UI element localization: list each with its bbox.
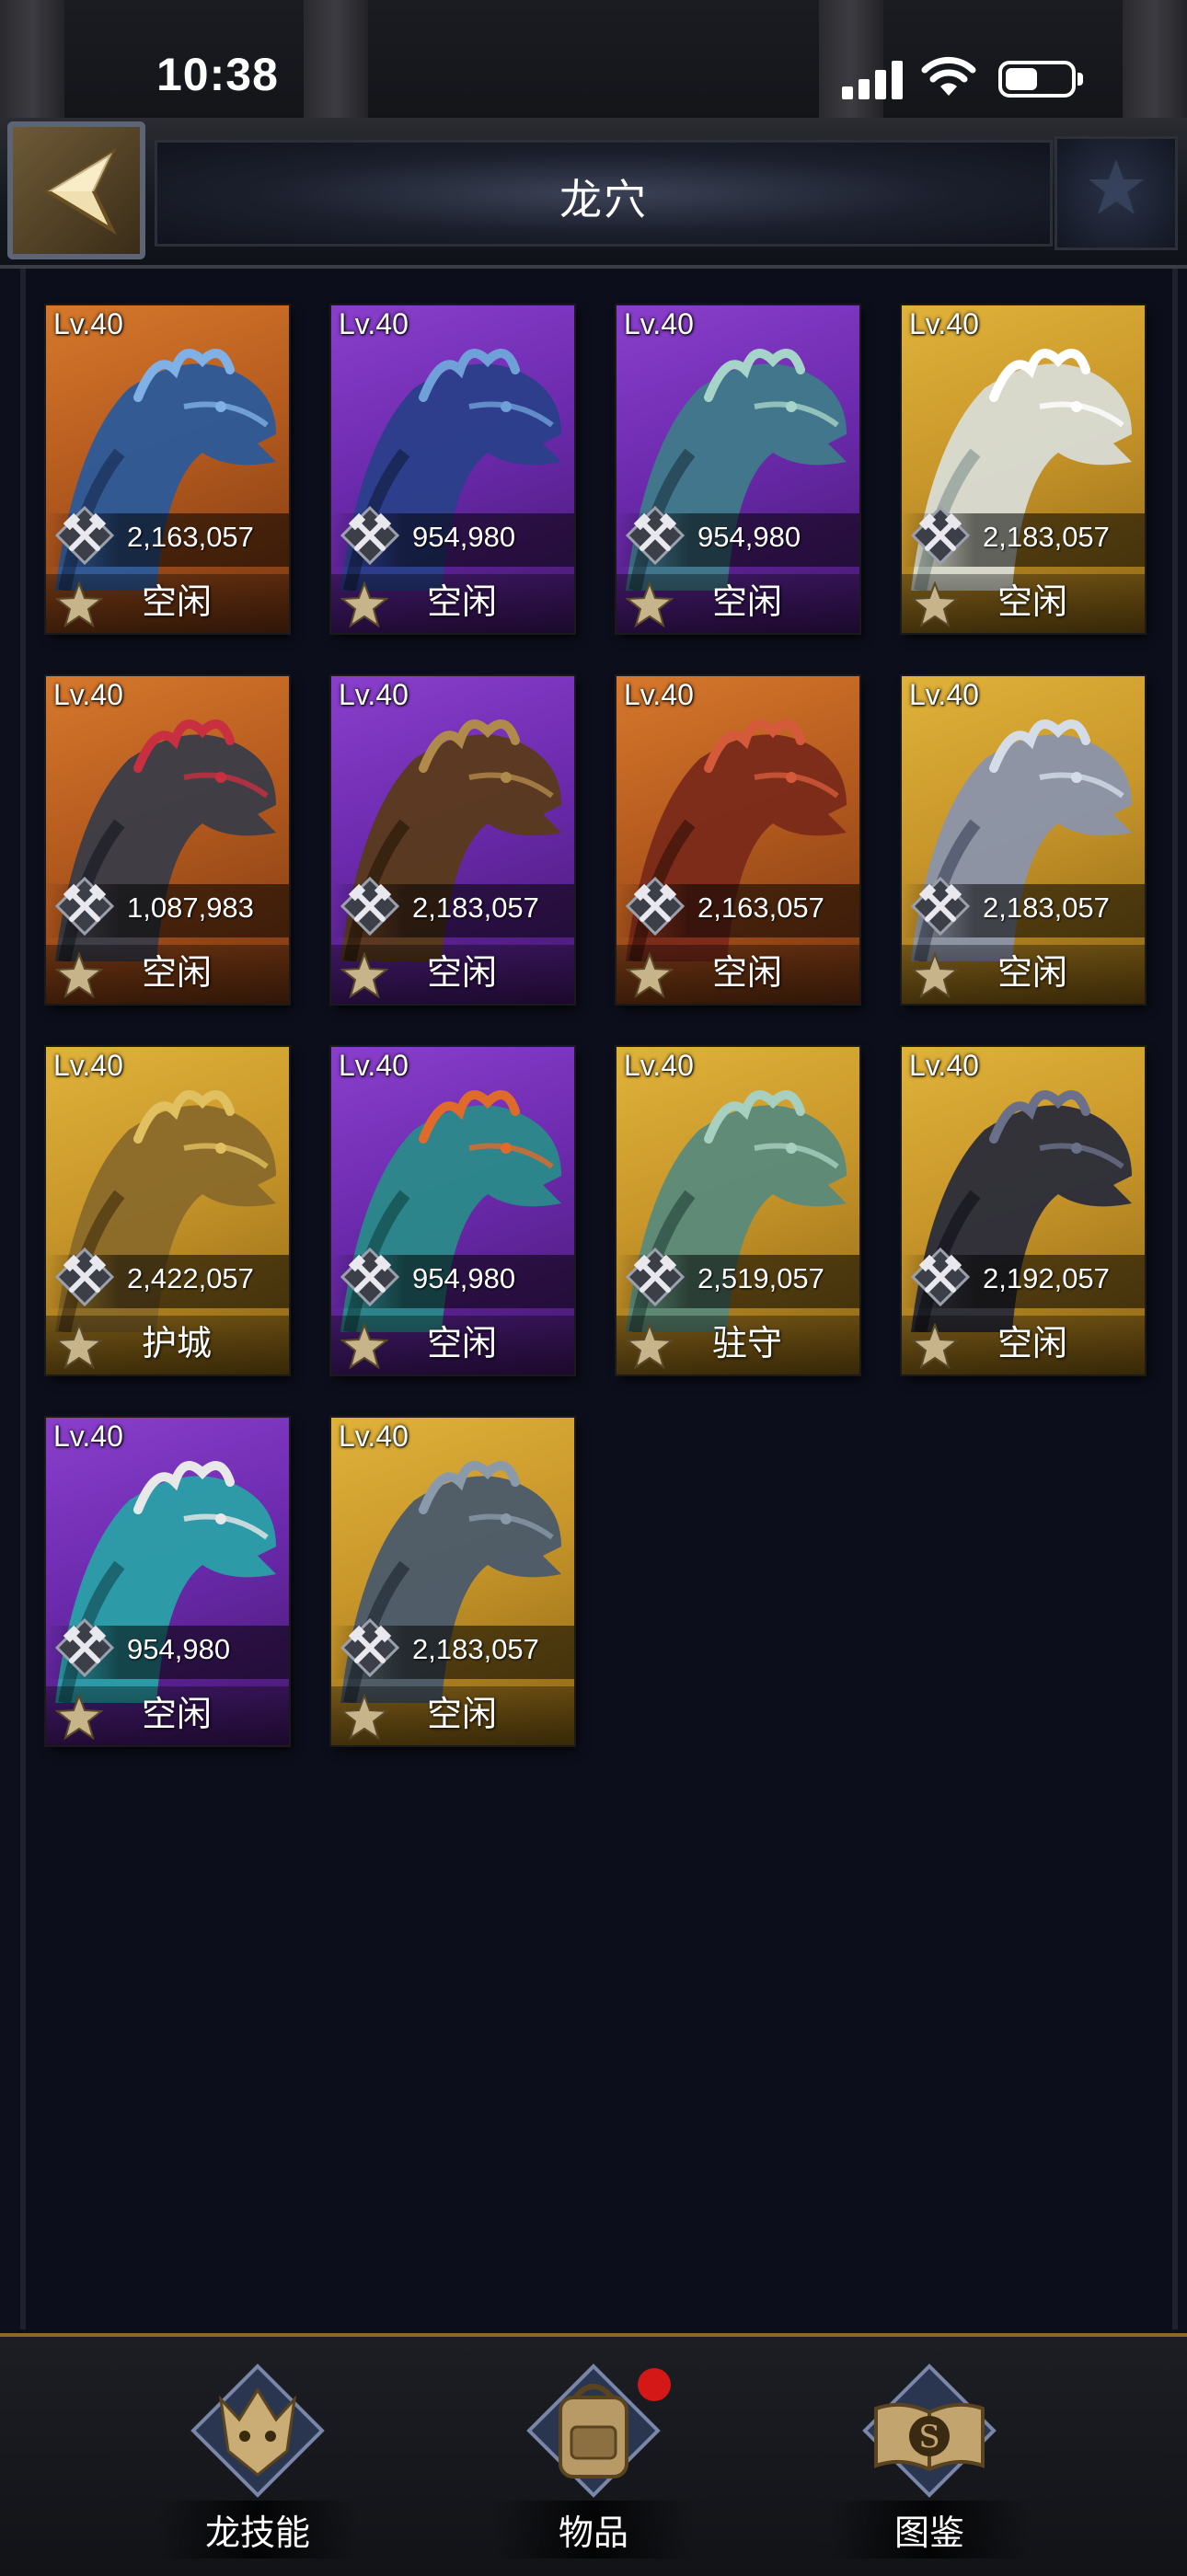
chevron-left-icon (44, 147, 117, 236)
dragon-level: Lv.40 (53, 1420, 123, 1453)
crossed-hammers-icon (911, 506, 970, 565)
dragon-level: Lv.40 (53, 307, 123, 340)
dragon-lair-panel: Lv.40 2,163,057 空闲 Lv.40 954,980 空闲 Lv.4… (20, 269, 1178, 2329)
dragon-card[interactable]: Lv.40 2,422,057 护城 (46, 1047, 289, 1374)
frame-pillar-right (1123, 0, 1187, 120)
dragon-card[interactable]: Lv.40 1,087,983 空闲 (46, 676, 289, 1004)
crossed-hammers-icon (55, 1248, 114, 1306)
crossed-hammers-icon (55, 1618, 114, 1677)
crossed-hammers-icon (626, 506, 685, 565)
dragon-card[interactable]: Lv.40 2,519,057 驻守 (617, 1047, 859, 1374)
page-title: 龙穴 (559, 175, 648, 224)
tab-label: 图鉴 (828, 2501, 1031, 2559)
dragon-level: Lv.40 (53, 1049, 123, 1082)
crossed-hammers-icon (340, 1618, 399, 1677)
dragon-card[interactable]: Lv.40 2,183,057 空闲 (331, 1418, 574, 1745)
dragon-level: Lv.40 (53, 678, 123, 711)
dragon-card[interactable]: Lv.40 2,192,057 空闲 (902, 1047, 1145, 1374)
dragon-skill-icon (190, 2363, 325, 2498)
svg-text:S: S (918, 2419, 939, 2455)
dragon-card[interactable]: Lv.40 2,183,057 空闲 (902, 305, 1145, 633)
tab-label: 龙技能 (156, 2501, 359, 2559)
dragon-power: 2,519,057 (697, 1262, 824, 1294)
crossed-hammers-icon (340, 877, 399, 936)
dragon-level: Lv.40 (909, 678, 979, 711)
dragon-card[interactable]: Lv.40 2,183,057 空闲 (331, 676, 574, 1004)
tab-items[interactable]: 物品 (492, 2363, 695, 2559)
dragon-status: 空闲 (141, 1694, 212, 1734)
notification-badge (638, 2368, 671, 2401)
dragon-power: 954,980 (412, 1262, 516, 1294)
dragon-status: 空闲 (426, 1323, 497, 1363)
dragon-status: 空闲 (426, 952, 497, 993)
dragon-power: 954,980 (697, 521, 801, 553)
crossed-hammers-icon (911, 1248, 970, 1306)
dragon-power: 2,183,057 (412, 1633, 539, 1665)
dragon-status: 空闲 (997, 1323, 1067, 1363)
back-button[interactable] (7, 121, 145, 259)
crossed-hammers-icon (626, 1248, 685, 1306)
dragon-card[interactable]: Lv.40 954,980 空闲 (46, 1418, 289, 1745)
dragon-power: 2,183,057 (412, 891, 539, 924)
dragon-power: 2,192,057 (983, 1262, 1110, 1294)
dragon-card[interactable]: Lv.40 2,183,057 空闲 (902, 676, 1145, 1004)
dragon-level: Lv.40 (339, 307, 409, 340)
tab-label: 物品 (492, 2501, 695, 2559)
dragon-status: 空闲 (711, 952, 782, 993)
cellular-signal-icon (842, 59, 906, 99)
dragon-status: 空闲 (141, 581, 212, 622)
dragon-level: Lv.40 (624, 307, 694, 340)
tab-codex[interactable]: S 图鉴 (828, 2363, 1031, 2559)
battery-icon (998, 61, 1083, 98)
dragon-card[interactable]: Lv.40 2,163,057 空闲 (46, 305, 289, 633)
dragon-level: Lv.40 (339, 678, 409, 711)
dragon-card[interactable]: Lv.40 2,163,057 空闲 (617, 676, 859, 1004)
dragon-level: Lv.40 (339, 1420, 409, 1453)
crest-emblem-icon (1054, 136, 1178, 250)
crossed-hammers-icon (340, 506, 399, 565)
dragon-status: 驻守 (711, 1323, 782, 1363)
dragon-level: Lv.40 (624, 678, 694, 711)
dragon-power: 954,980 (127, 1633, 231, 1665)
dragon-power: 2,163,057 (697, 891, 824, 924)
dragon-status: 空闲 (141, 952, 212, 993)
dragon-status: 空闲 (711, 581, 782, 622)
dragon-card[interactable]: Lv.40 954,980 空闲 (331, 1047, 574, 1374)
dragon-power: 1,087,983 (127, 891, 254, 924)
codex-book-icon: S (862, 2363, 997, 2498)
dragon-power: 954,980 (412, 521, 516, 553)
frame-pillar-left (0, 0, 64, 120)
crossed-hammers-icon (626, 877, 685, 936)
dragon-level: Lv.40 (909, 307, 979, 340)
dragon-status: 空闲 (997, 581, 1067, 622)
clock: 10:38 (156, 49, 279, 100)
dragon-status: 空闲 (426, 1694, 497, 1734)
dragon-power: 2,422,057 (127, 1262, 254, 1294)
dragon-level: Lv.40 (624, 1049, 694, 1082)
bottom-nav: 龙技能 物品 S 图鉴 (0, 2333, 1187, 2576)
dragon-card[interactable]: Lv.40 954,980 空闲 (617, 305, 859, 633)
dragon-level: Lv.40 (909, 1049, 979, 1082)
crossed-hammers-icon (55, 506, 114, 565)
crossed-hammers-icon (340, 1248, 399, 1306)
dragon-power: 2,183,057 (983, 891, 1110, 924)
tab-dragon-skills[interactable]: 龙技能 (156, 2363, 359, 2559)
dragon-status: 空闲 (426, 581, 497, 622)
frame-pillar (304, 0, 368, 120)
dragon-power: 2,163,057 (127, 521, 254, 553)
dragon-card[interactable]: Lv.40 954,980 空闲 (331, 305, 574, 633)
dragon-level: Lv.40 (339, 1049, 409, 1082)
status-bar: 10:38 (0, 0, 1187, 120)
dragon-status: 空闲 (997, 952, 1067, 993)
header: 龙穴 (0, 118, 1187, 269)
crossed-hammers-icon (55, 877, 114, 936)
dragon-power: 2,183,057 (983, 521, 1110, 553)
dragon-status: 护城 (141, 1323, 212, 1363)
wifi-icon (921, 56, 976, 96)
title-plate: 龙穴 (155, 140, 1053, 247)
crossed-hammers-icon (911, 877, 970, 936)
